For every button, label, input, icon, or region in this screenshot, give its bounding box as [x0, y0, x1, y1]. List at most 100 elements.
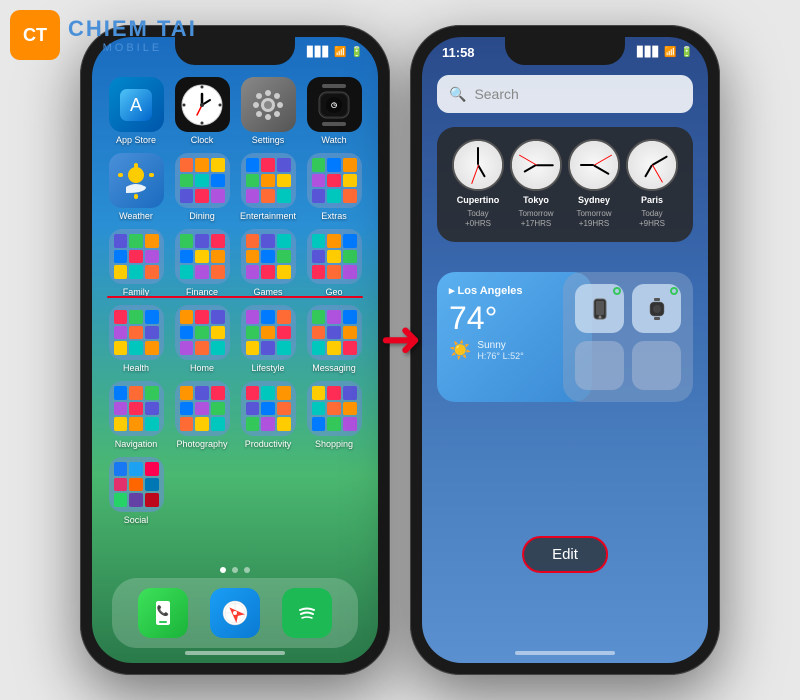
productivity-folder [241, 381, 296, 436]
clock-label: Clock [191, 135, 214, 145]
tokyo-day: Tomorrow+17HRS [518, 209, 553, 230]
app-shopping[interactable]: Shopping [305, 381, 363, 449]
extras-label: Extras [321, 211, 347, 221]
weather-highlow: H:76° L:52° [477, 351, 523, 361]
finance-folder [175, 229, 230, 284]
device-empty-1[interactable] [575, 341, 624, 390]
dock: 📞 [112, 578, 358, 648]
signal-icon-2: ▊▊▊ [637, 47, 660, 58]
paris-day: Today+9HRS [639, 209, 665, 230]
settings-label: Settings [252, 135, 285, 145]
device-empty-2[interactable] [632, 341, 681, 390]
edit-button[interactable]: Edit [522, 536, 608, 573]
home-indicator-phone2 [515, 651, 615, 655]
app-lifestyle[interactable]: Lifestyle [239, 305, 297, 373]
social-folder [109, 457, 164, 512]
weather-label: Weather [119, 211, 153, 221]
weather-condition: Sunny [477, 340, 523, 351]
tokyo-name: Tokyo [523, 195, 549, 205]
appstore-icon: A [109, 77, 164, 132]
app-weather[interactable]: Weather [107, 153, 165, 221]
app-health[interactable]: Health [107, 305, 165, 373]
sun-icon: ☀️ [449, 340, 471, 361]
navigation-label: Navigation [115, 439, 158, 449]
sydney-name: Sydney [578, 195, 610, 205]
page-dots [92, 567, 378, 573]
watch-device-btn[interactable] [632, 284, 681, 333]
messaging-folder [307, 305, 362, 360]
app-finance[interactable]: Finance [173, 229, 231, 297]
app-messaging[interactable]: Messaging [305, 305, 363, 373]
cupertino-clock [452, 139, 504, 191]
navigation-folder [109, 381, 164, 436]
battery-icon: 🔋 [351, 47, 363, 58]
app-social[interactable]: Social [107, 457, 165, 525]
entertainment-label: Entertainment [240, 211, 296, 221]
sydney-clock [568, 139, 620, 191]
status-icons-2: ▊▊▊ 📶 🔋 [637, 47, 693, 58]
phone-widget-screen: 11:58 ▊▊▊ 📶 🔋 🔍 Search [422, 37, 708, 663]
cupertino-name: Cupertino [457, 195, 500, 205]
svg-text:◷: ◷ [331, 102, 337, 109]
clock-widget: Cupertino Today+0HRS Tokyo [437, 127, 693, 242]
extras-folder [307, 153, 362, 208]
search-icon: 🔍 [449, 86, 466, 103]
watermark-brand: CHIEM TAI [68, 16, 197, 42]
app-watch[interactable]: ◷ Watch [305, 77, 363, 145]
watch-label: Watch [321, 135, 346, 145]
shopping-folder [307, 381, 362, 436]
dock-phone[interactable]: 📞 [138, 588, 188, 638]
signal-icon: ▊▊▊ [307, 47, 330, 58]
widget-background: 11:58 ▊▊▊ 📶 🔋 🔍 Search [422, 37, 708, 663]
app-dining[interactable]: Dining [173, 153, 231, 221]
games-folder [241, 229, 296, 284]
wifi-icon: 📶 [334, 47, 346, 58]
status-time: 11:58 [437, 45, 475, 60]
device-widget [563, 272, 693, 402]
app-entertainment[interactable]: Entertainment [239, 153, 297, 221]
watermark-logo: CT [10, 10, 60, 60]
dock-spotify[interactable] [282, 588, 332, 638]
weather-city: ▸ Los Angeles [449, 284, 580, 297]
iphone-device-btn[interactable] [575, 284, 624, 333]
app-family[interactable]: Family [107, 229, 165, 297]
search-placeholder: Search [474, 86, 518, 102]
page-dot-2 [232, 567, 238, 573]
app-productivity[interactable]: Productivity [239, 381, 297, 449]
search-bar[interactable]: 🔍 Search [437, 75, 693, 113]
app-games[interactable]: Games [239, 229, 297, 297]
arrow-right: ➜ [380, 310, 422, 368]
phone-home: ▊▊▊ 📶 🔋 A [80, 25, 390, 675]
watch-icon: ◷ [307, 77, 362, 132]
clock-tokyo: Tokyo Tomorrow+17HRS [510, 139, 562, 230]
app-settings[interactable]: Settings [239, 77, 297, 145]
svg-text:A: A [130, 95, 142, 115]
app-geo[interactable]: Geo [305, 229, 363, 297]
lifestyle-folder [241, 305, 296, 360]
status-right: ▊▊▊ 📶 🔋 [307, 47, 363, 58]
messaging-label: Messaging [312, 363, 356, 373]
clock-sydney: Sydney Tomorrow+19HRS [568, 139, 620, 230]
entertainment-folder [241, 153, 296, 208]
app-navigation[interactable]: Navigation [107, 381, 165, 449]
watermark-sub: MOBILE [68, 42, 197, 54]
app-appstore[interactable]: A App Store [107, 77, 165, 145]
red-underline [107, 296, 363, 298]
health-folder [109, 305, 164, 360]
geo-folder [307, 229, 362, 284]
page-dot-3 [244, 567, 250, 573]
cupertino-day: Today+0HRS [465, 209, 491, 230]
health-label: Health [123, 363, 149, 373]
app-photography[interactable]: Photography [173, 381, 231, 449]
phone-home-screen: ▊▊▊ 📶 🔋 A [92, 37, 378, 663]
shopping-label: Shopping [315, 439, 353, 449]
app-extras[interactable]: Extras [305, 153, 363, 221]
app-clock[interactable]: Clock [173, 77, 231, 145]
home-label: Home [190, 363, 214, 373]
sydney-day: Tomorrow+19HRS [576, 209, 611, 230]
app-home[interactable]: Home [173, 305, 231, 373]
dining-label: Dining [189, 211, 215, 221]
home-background: ▊▊▊ 📶 🔋 A [92, 37, 378, 663]
paris-clock [626, 139, 678, 191]
dock-safari[interactable] [210, 588, 260, 638]
